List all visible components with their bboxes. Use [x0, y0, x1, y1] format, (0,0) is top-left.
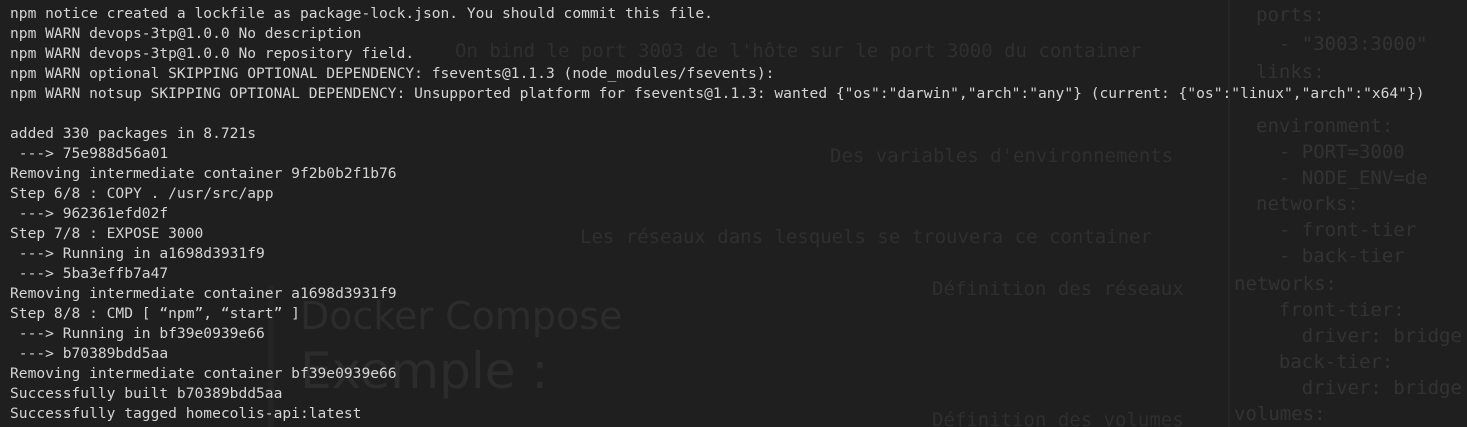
terminal-line: npm WARN notsup SKIPPING OPTIONAL DEPEND…: [10, 85, 1425, 102]
terminal-line: npm WARN devops-3tp@1.0.0 No description: [10, 25, 362, 42]
terminal-line: ---> b70389bdd5aa: [10, 345, 169, 362]
terminal-line: Step 7/8 : EXPOSE 3000: [10, 225, 204, 242]
terminal-line: ---> Running in bf39e0939e66: [10, 325, 265, 342]
terminal-line: Removing intermediate container 9f2b0b2f…: [10, 165, 397, 182]
terminal-line: Removing intermediate container bf39e093…: [10, 365, 397, 382]
terminal-line: Step 6/8 : COPY . /usr/src/app: [10, 185, 274, 202]
terminal-line: Successfully tagged homecolis-api:latest: [10, 405, 362, 422]
terminal-line: npm notice created a lockfile as package…: [10, 5, 713, 22]
terminal-line: Step 8/8 : CMD [ “npm”, “start” ]: [10, 305, 300, 322]
terminal-window[interactable]: On bind le port 3003 de l'hôte sur le po…: [0, 0, 1467, 427]
terminal-line: Removing intermediate container a1698d39…: [10, 285, 397, 302]
terminal-line: ---> 75e988d56a01: [10, 145, 169, 162]
terminal-output[interactable]: npm notice created a lockfile as package…: [10, 4, 1425, 424]
terminal-line: added 330 packages in 8.721s: [10, 125, 257, 142]
terminal-line: ---> 5ba3effb7a47: [10, 265, 169, 282]
terminal-line: ---> 962361efd02f: [10, 205, 169, 222]
terminal-line: npm WARN devops-3tp@1.0.0 No repository …: [10, 45, 415, 62]
terminal-line: Successfully built b70389bdd5aa: [10, 385, 283, 402]
terminal-line: npm WARN optional SKIPPING OPTIONAL DEPE…: [10, 65, 775, 82]
terminal-line: ---> Running in a1698d3931f9: [10, 245, 265, 262]
